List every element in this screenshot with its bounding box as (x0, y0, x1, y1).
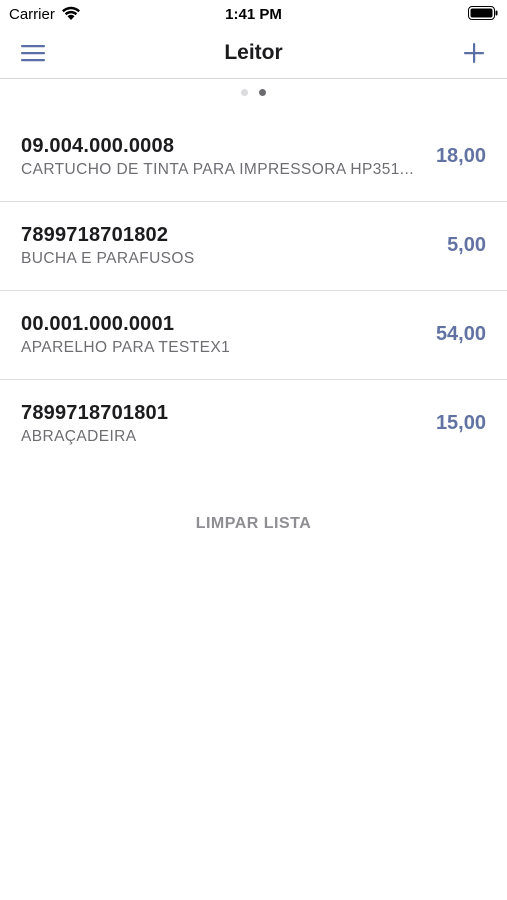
page-indicator[interactable] (0, 89, 507, 97)
page-dot-2[interactable] (259, 89, 266, 96)
item-description: CARTUCHO DE TINTA PARA IMPRESSORA HP351.… (21, 161, 414, 178)
item-list: 09.004.000.0008 CARTUCHO DE TINTA PARA I… (0, 113, 507, 469)
item-description: ABRAÇADEIRA (21, 428, 137, 445)
battery-icon (468, 6, 498, 20)
item-value: 15,00 (435, 412, 486, 434)
status-bar: Carrier 1:41 PM (0, 0, 507, 28)
item-description: BUCHA E PARAFUSOS (21, 250, 195, 267)
list-item[interactable]: 7899718701801 ABRAÇADEIRA 15,00 (0, 380, 507, 469)
status-time: 1:41 PM (225, 6, 282, 23)
navigation-bar: Leitor (0, 28, 507, 79)
item-code: 09.004.000.0008 (21, 135, 175, 157)
item-code: 7899718701801 (21, 402, 169, 424)
clear-list-button[interactable]: LIMPAR LISTA (0, 515, 507, 533)
item-description: APARELHO PARA TESTEX1 (21, 339, 231, 356)
page-title: Leitor (224, 41, 283, 64)
page-dot-1[interactable] (241, 89, 248, 96)
item-value: 5,00 (447, 234, 486, 256)
item-value: 54,00 (435, 323, 486, 345)
plus-icon (464, 43, 484, 63)
list-item[interactable]: 00.001.000.0001 APARELHO PARA TESTEX1 54… (0, 291, 507, 380)
item-code: 00.001.000.0001 (21, 313, 175, 335)
item-value: 18,00 (435, 145, 486, 167)
screen: Carrier 1:41 PM Leitor 09.004.000.0008 C… (0, 0, 507, 900)
item-code: 7899718701802 (21, 224, 169, 246)
add-button[interactable] (459, 38, 489, 68)
list-item[interactable]: 7899718701802 BUCHA E PARAFUSOS 5,00 (0, 202, 507, 291)
list-item[interactable]: 09.004.000.0008 CARTUCHO DE TINTA PARA I… (0, 113, 507, 202)
